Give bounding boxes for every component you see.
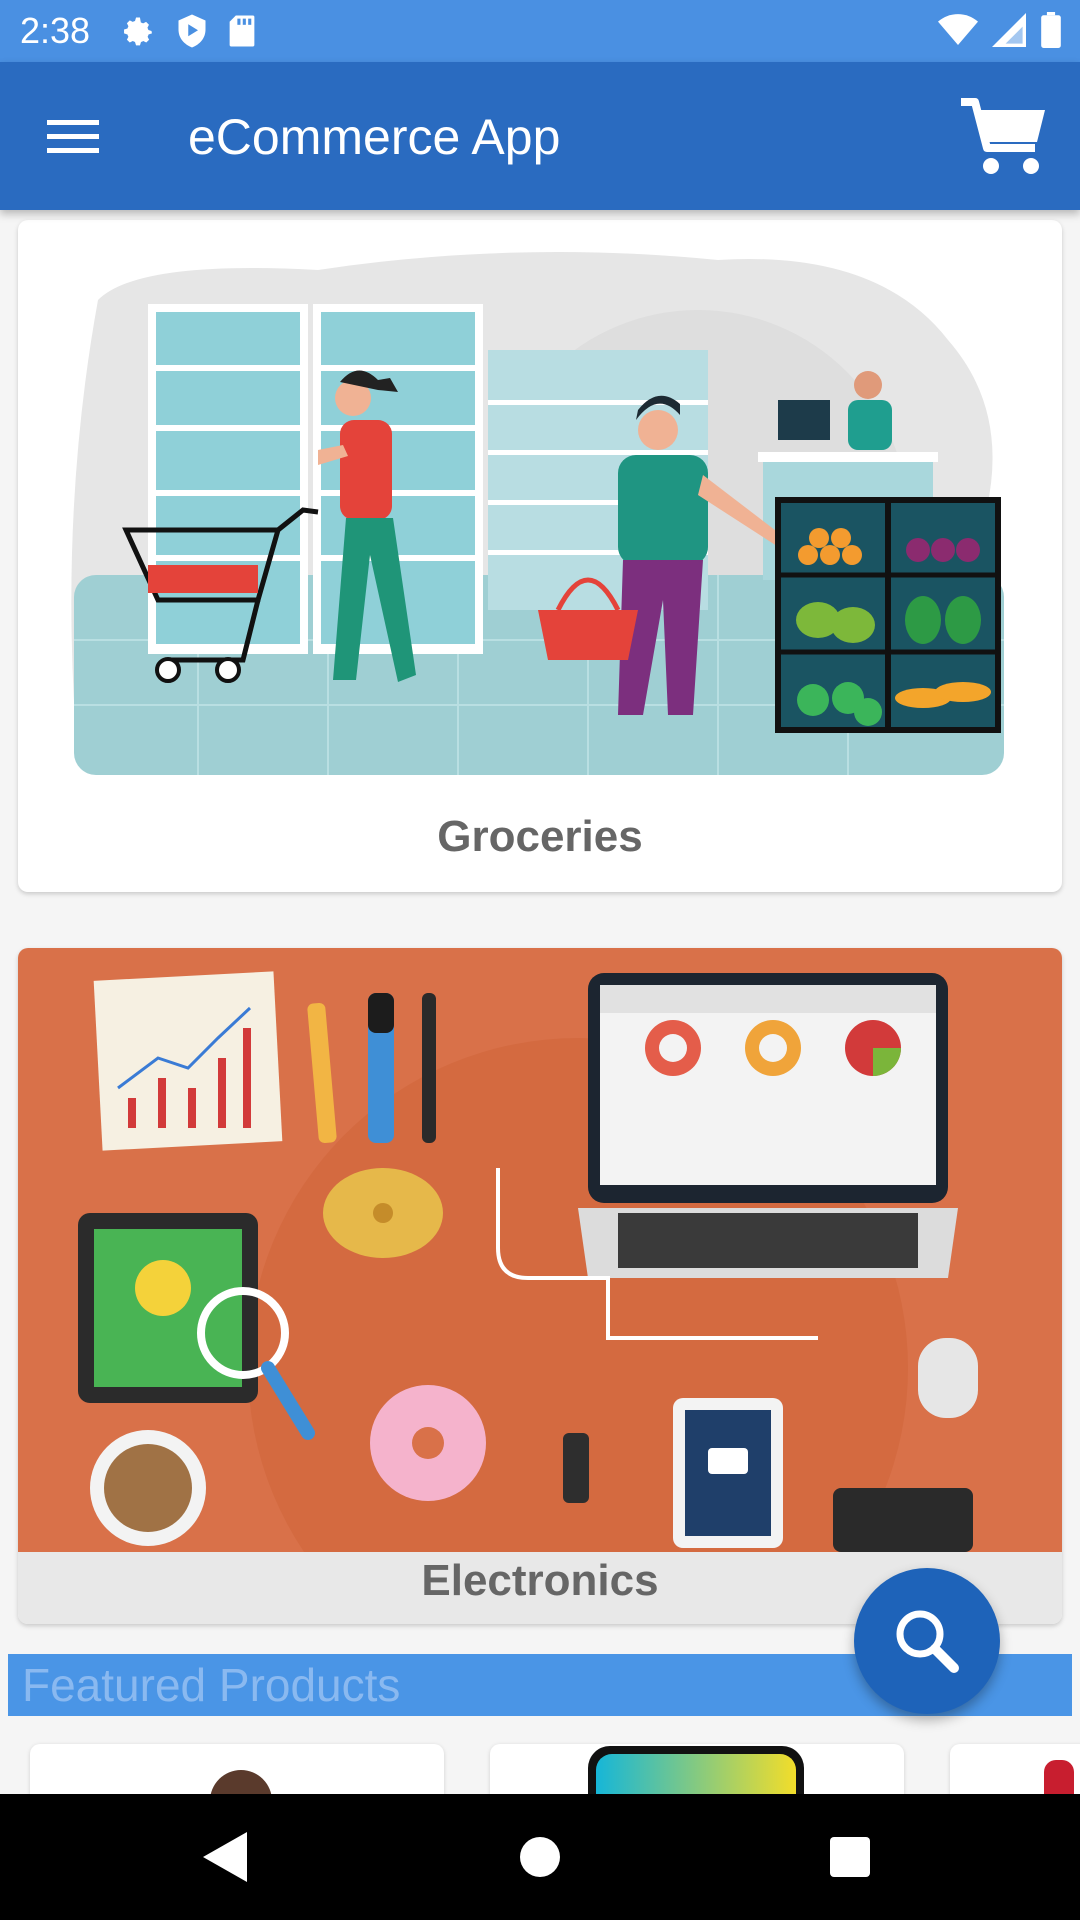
nav-home-button[interactable] bbox=[505, 1824, 575, 1890]
app-bar: eCommerce App bbox=[0, 62, 1080, 210]
system-nav-bar bbox=[0, 1794, 1080, 1920]
app-screen: 2:38 eCommerce App Groceries Electronics… bbox=[0, 0, 1080, 1920]
status-bar: 2:38 bbox=[0, 0, 1080, 62]
nav-recents-button[interactable] bbox=[815, 1824, 885, 1890]
category-card-electronics[interactable]: Electronics bbox=[18, 948, 1062, 1624]
status-time: 2:38 bbox=[20, 10, 91, 51]
sd-card-icon bbox=[229, 15, 255, 47]
hamburger-menu-icon bbox=[47, 120, 99, 153]
shopping-cart-icon bbox=[961, 98, 1045, 174]
menu-button[interactable] bbox=[38, 110, 108, 164]
search-icon bbox=[896, 1610, 959, 1673]
category-label-groceries: Groceries bbox=[437, 812, 643, 861]
back-icon bbox=[203, 1832, 247, 1882]
cart-button[interactable] bbox=[956, 92, 1052, 182]
battery-icon bbox=[1041, 12, 1061, 48]
signal-icon bbox=[992, 13, 1026, 47]
app-title: eCommerce App bbox=[188, 109, 561, 165]
shield-play-icon bbox=[178, 14, 206, 48]
gear-icon bbox=[124, 17, 153, 46]
recents-icon bbox=[830, 1837, 870, 1877]
category-card-groceries[interactable]: Groceries bbox=[18, 220, 1062, 892]
home-icon bbox=[520, 1837, 560, 1877]
groceries-illustration bbox=[71, 252, 1004, 775]
search-fab-button[interactable] bbox=[854, 1568, 1000, 1714]
electronics-illustration bbox=[18, 948, 1062, 1552]
wifi-icon bbox=[938, 14, 978, 45]
nav-back-button[interactable] bbox=[190, 1824, 260, 1890]
